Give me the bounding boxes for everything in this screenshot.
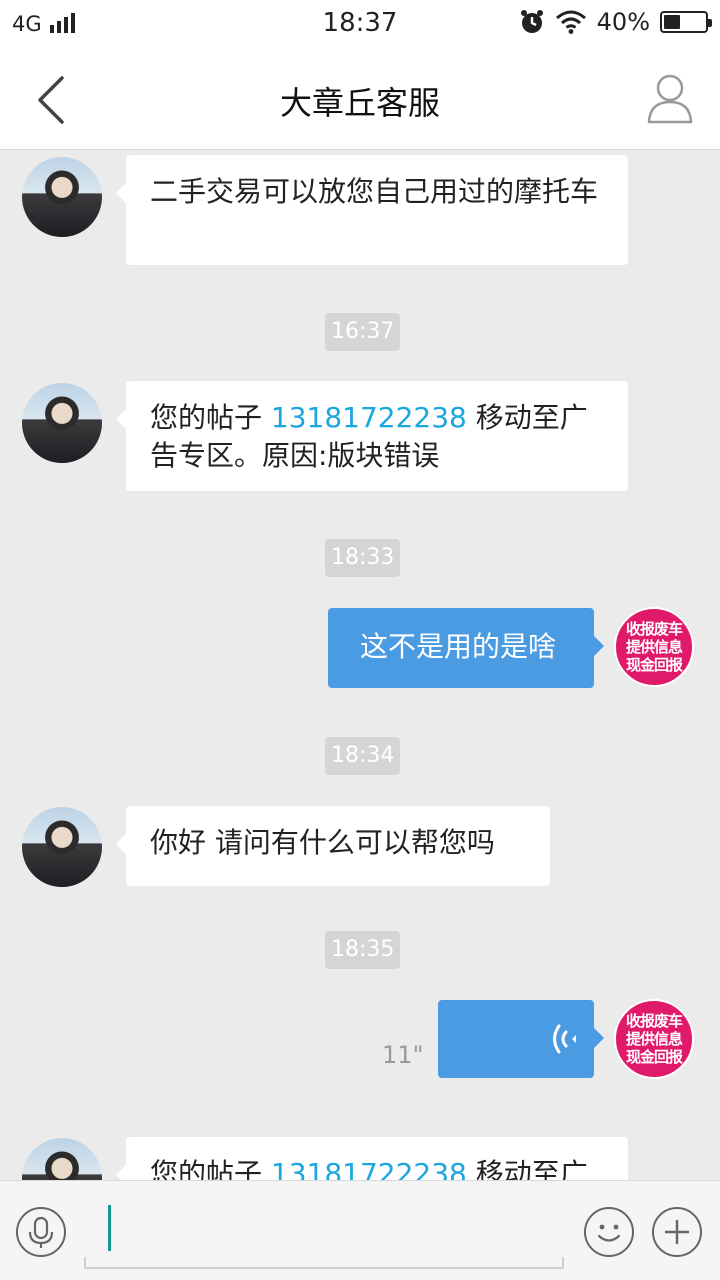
emoji-icon (597, 1224, 621, 1242)
more-options-button[interactable] (652, 1207, 702, 1257)
microphone-icon (28, 1216, 54, 1248)
plus-icon (665, 1220, 689, 1244)
user-profile-icon[interactable] (646, 72, 694, 126)
user-avatar[interactable]: 收报废车 提供信息 现金回报 (614, 607, 694, 687)
voice-duration: 11" (382, 1041, 424, 1069)
text-caret (108, 1205, 111, 1251)
agent-message-bubble[interactable]: 您的帖子 13181722238 移动至广告专区。原因:版块错误 (116, 381, 628, 491)
agent-message-bubble[interactable]: 您的帖子 13181722238 移动至广告专区。原因:版块错误 (116, 1137, 628, 1180)
status-bar: 4G 18:37 40% (0, 0, 720, 50)
battery-icon (660, 11, 712, 33)
wifi-icon (555, 10, 586, 34)
avatar-text-line: 现金回报 (625, 1048, 683, 1066)
message-input[interactable] (84, 1199, 564, 1269)
battery-percent: 40% (596, 8, 650, 36)
alarm-icon (520, 10, 543, 33)
post-id-link[interactable]: 13181722238 (271, 1157, 467, 1180)
message-text: 您的帖子 (150, 401, 271, 434)
timestamp: 18:34 (325, 737, 401, 775)
status-right: 40% (519, 8, 712, 36)
agent-message-bubble[interactable]: 你好 请问有什么可以帮您吗 (116, 806, 550, 886)
avatar-text-line: 现金回报 (625, 656, 683, 674)
message-text: 您的帖子 (150, 1157, 271, 1180)
message-text: 你好 请问有什么可以帮您吗 (150, 826, 495, 859)
agent-avatar[interactable] (22, 383, 102, 463)
post-id-link[interactable]: 13181722238 (271, 401, 467, 434)
avatar-text-line: 收报废车 (625, 620, 683, 638)
chat-header: 大章丘客服 (0, 50, 720, 150)
voice-wave-icon (553, 1024, 576, 1054)
timestamp: 16:37 (325, 313, 401, 351)
message-text: 二手交易可以放您自己用过的摩托车 (150, 175, 599, 208)
agent-avatar[interactable] (22, 157, 102, 237)
user-avatar[interactable]: 收报废车 提供信息 现金回报 (614, 999, 694, 1079)
avatar-text-line: 提供信息 (625, 638, 683, 656)
timestamp: 18:33 (325, 539, 401, 577)
voice-message-bubble[interactable] (438, 1000, 604, 1078)
agent-avatar[interactable] (22, 807, 102, 887)
message-text: 这不是用的是啥 (360, 630, 557, 663)
message-input-bar (0, 1180, 720, 1280)
user-message-bubble[interactable]: 这不是用的是啥 (328, 608, 604, 688)
chat-title: 大章丘客服 (279, 84, 440, 122)
avatar-text-line: 提供信息 (625, 1030, 683, 1048)
avatar-text-line: 收报废车 (625, 1012, 683, 1030)
microphone-button[interactable] (16, 1207, 66, 1257)
timestamp: 18:35 (325, 931, 401, 969)
chat-message-list[interactable]: 二手交易可以放您自己用过的摩托车 16:37 您的帖子 13181722238 … (0, 151, 720, 1180)
agent-avatar[interactable] (22, 1138, 102, 1180)
agent-message-bubble[interactable]: 二手交易可以放您自己用过的摩托车 (116, 155, 628, 265)
battery-fill (664, 15, 680, 29)
emoji-button[interactable] (584, 1207, 634, 1257)
